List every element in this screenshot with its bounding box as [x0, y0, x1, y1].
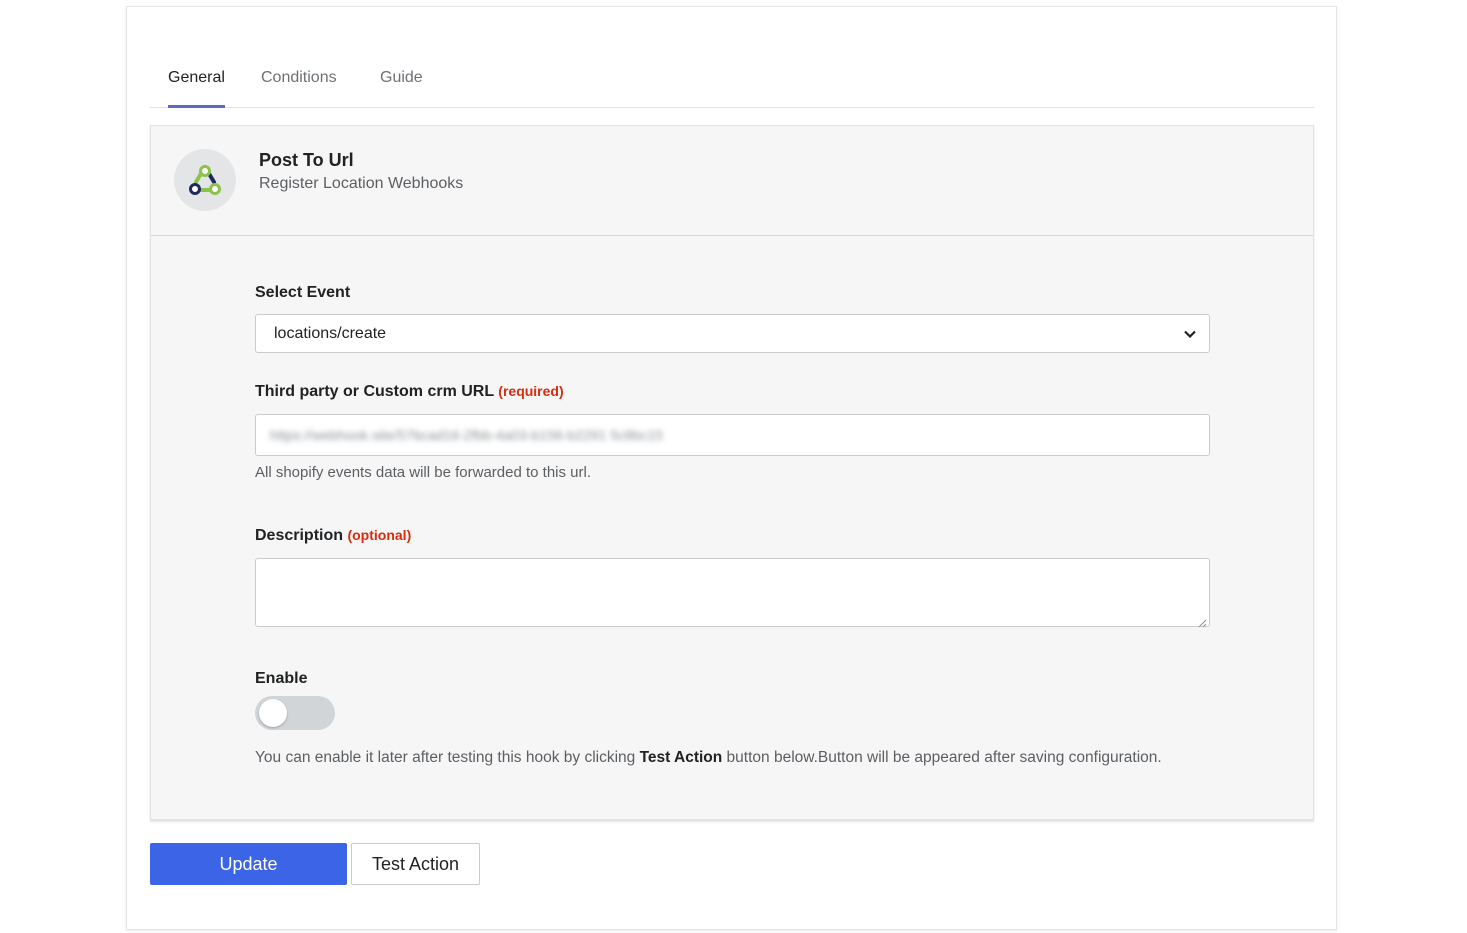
event-select[interactable]: locations/create	[255, 314, 1210, 353]
tab-bar: General Conditions Guide	[150, 61, 1314, 108]
required-tag: (required)	[498, 383, 564, 399]
webhook-icon	[174, 149, 236, 211]
event-select-value: locations/create	[274, 325, 387, 342]
url-input[interactable]: https://webhook.site/57bcad16-2fbb-4a03-…	[255, 414, 1210, 456]
panel-header: Post To Url Register Location Webhooks	[151, 126, 1313, 236]
action-panel: Post To Url Register Location Webhooks S…	[150, 125, 1314, 820]
tab-conditions[interactable]: Conditions	[261, 61, 341, 108]
description-label: Description (optional)	[255, 527, 411, 545]
optional-tag: (optional)	[347, 527, 412, 543]
action-title: Post To Url	[259, 150, 354, 170]
update-button[interactable]: Update	[150, 843, 347, 885]
enable-label: Enable	[255, 670, 308, 687]
tab-guide[interactable]: Guide	[380, 61, 428, 108]
url-input-value: https://webhook.site/57bcad16-2fbb-4a03-…	[270, 427, 664, 443]
toggle-knob	[259, 699, 287, 727]
tab-general[interactable]: General	[168, 61, 225, 108]
resize-grip-icon[interactable]	[1198, 615, 1207, 628]
action-subtitle: Register Location Webhooks	[259, 175, 464, 192]
enable-help-text: You can enable it later after testing th…	[255, 749, 1162, 767]
enable-help-before: You can enable it later after testing th…	[255, 749, 640, 766]
enable-help-bold: Test Action	[639, 749, 723, 766]
url-label: Third party or Custom crm URL (required)	[255, 383, 564, 401]
select-event-label: Select Event	[255, 284, 351, 301]
url-help-text: All shopify events data will be forwarde…	[255, 464, 591, 481]
url-label-text: Third party or Custom crm URL	[255, 383, 494, 400]
enable-toggle[interactable]	[255, 696, 335, 730]
enable-help-after: button below.Button will be appeared aft…	[722, 749, 1162, 766]
description-textarea[interactable]	[255, 558, 1210, 628]
settings-card: General Conditions Guide Post To Url Reg…	[126, 6, 1337, 930]
test-action-button[interactable]: Test Action	[351, 843, 480, 885]
description-label-text: Description	[255, 527, 344, 544]
chevron-down-icon	[1183, 315, 1197, 352]
